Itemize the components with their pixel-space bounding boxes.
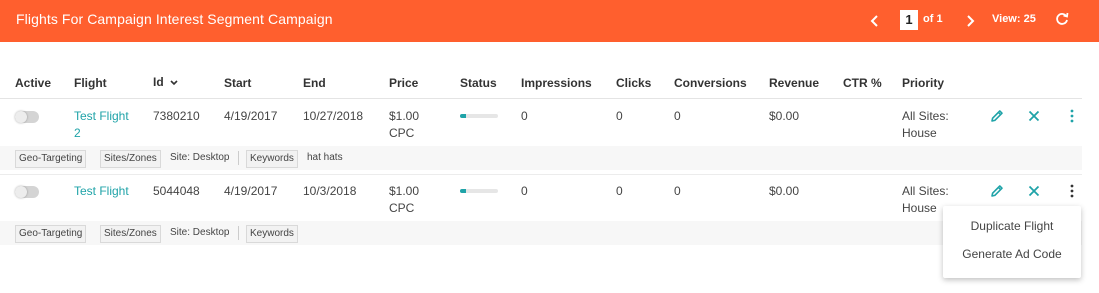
flight-name-link[interactable]: Test Flight 2 bbox=[74, 108, 129, 142]
flight-name-line[interactable]: Test Flight bbox=[74, 108, 129, 125]
flight-price: $1.00 CPC bbox=[389, 183, 419, 217]
column-header-id-label: Id bbox=[153, 75, 164, 89]
impressions-value: 0 bbox=[521, 184, 528, 198]
revenue-value: $0.00 bbox=[769, 109, 800, 123]
column-header-price: Price bbox=[389, 76, 419, 90]
flight-end: 10/3/2018 bbox=[303, 184, 357, 198]
tag-separator bbox=[238, 151, 239, 165]
page-title: Flights For Campaign Interest Segment Ca… bbox=[16, 11, 333, 27]
more-vertical-icon[interactable] bbox=[1064, 183, 1080, 199]
price-type: CPC bbox=[389, 201, 415, 215]
flight-name-line[interactable]: Test Flight bbox=[74, 183, 129, 200]
column-header-priority: Priority bbox=[902, 76, 945, 90]
site-value: Site: Desktop bbox=[170, 152, 230, 163]
status-progress-bar bbox=[460, 114, 498, 118]
keywords-value: hat hats bbox=[307, 152, 343, 163]
priority-line: All Sites: bbox=[902, 184, 949, 198]
clicks-value: 0 bbox=[616, 184, 623, 198]
column-header-end: End bbox=[303, 76, 326, 90]
keywords-tag: Keywords bbox=[246, 150, 298, 168]
status-progress-bar bbox=[460, 189, 498, 193]
flight-actions-menu: Duplicate Flight Generate Ad Code bbox=[943, 206, 1081, 278]
geo-targeting-tag: Geo-Targeting bbox=[15, 225, 87, 243]
row-divider bbox=[0, 174, 1082, 175]
chevron-right-icon[interactable] bbox=[962, 13, 978, 29]
column-header-flight: Flight bbox=[74, 76, 107, 90]
flight-id: 5044048 bbox=[153, 184, 200, 198]
sites-zones-tag: Sites/Zones bbox=[100, 225, 161, 243]
active-toggle[interactable] bbox=[15, 186, 39, 198]
duplicate-flight-menu-item[interactable]: Duplicate Flight bbox=[943, 212, 1081, 240]
price-value: $1.00 bbox=[389, 184, 420, 198]
clicks-value: 0 bbox=[616, 109, 623, 123]
chevron-down-icon[interactable] bbox=[169, 78, 179, 88]
top-bar: Flights For Campaign Interest Segment Ca… bbox=[0, 0, 1099, 42]
header-divider bbox=[0, 98, 1082, 99]
refresh-icon[interactable] bbox=[1054, 11, 1070, 27]
chevron-left-icon[interactable] bbox=[867, 13, 883, 29]
site-value: Site: Desktop bbox=[170, 227, 230, 238]
flight-name-line[interactable]: 2 bbox=[74, 125, 129, 142]
conversions-value: 0 bbox=[674, 184, 681, 198]
column-header-conversions: Conversions bbox=[674, 76, 747, 90]
geo-targeting-tag: Geo-Targeting bbox=[15, 150, 87, 168]
flight-price: $1.00 CPC bbox=[389, 108, 419, 142]
tag-separator bbox=[238, 226, 239, 240]
keywords-tag: Keywords bbox=[246, 225, 298, 243]
column-header-ctr: CTR % bbox=[843, 76, 882, 90]
column-header-revenue: Revenue bbox=[769, 76, 820, 90]
edit-pencil-icon[interactable] bbox=[989, 108, 1005, 124]
flight-end: 10/27/2018 bbox=[303, 109, 364, 123]
column-header-status: Status bbox=[460, 76, 497, 90]
priority-value: All Sites: House bbox=[902, 183, 949, 217]
priority-value: All Sites: House bbox=[902, 108, 949, 142]
edit-pencil-icon[interactable] bbox=[989, 183, 1005, 199]
status-progress-fill bbox=[460, 189, 466, 193]
page-total: of 1 bbox=[923, 13, 943, 25]
close-icon[interactable] bbox=[1026, 108, 1042, 124]
column-header-id[interactable]: Id bbox=[153, 75, 179, 89]
page-number-input[interactable]: 1 bbox=[900, 10, 918, 30]
conversions-value: 0 bbox=[674, 109, 681, 123]
flight-start: 4/19/2017 bbox=[224, 109, 278, 123]
impressions-value: 0 bbox=[521, 109, 528, 123]
generate-ad-code-menu-item[interactable]: Generate Ad Code bbox=[943, 240, 1081, 268]
priority-line: House bbox=[902, 126, 937, 140]
view-count-selector[interactable]: View: 25 bbox=[992, 13, 1036, 25]
flight-name-link[interactable]: Test Flight bbox=[74, 183, 129, 200]
column-header-clicks: Clicks bbox=[616, 76, 652, 90]
priority-line: All Sites: bbox=[902, 109, 949, 123]
sites-zones-tag: Sites/Zones bbox=[100, 150, 161, 168]
more-vertical-icon[interactable] bbox=[1064, 108, 1080, 124]
status-progress-fill bbox=[460, 114, 466, 118]
flight-targeting-row: Geo-Targeting Sites/Zones Site: Desktop … bbox=[0, 146, 1082, 170]
revenue-value: $0.00 bbox=[769, 184, 800, 198]
flight-start: 4/19/2017 bbox=[224, 184, 278, 198]
column-header-start: Start bbox=[224, 76, 252, 90]
column-header-impressions: Impressions bbox=[521, 76, 592, 90]
price-type: CPC bbox=[389, 126, 415, 140]
active-toggle[interactable] bbox=[15, 111, 39, 123]
close-icon[interactable] bbox=[1026, 183, 1042, 199]
flight-targeting-row: Geo-Targeting Sites/Zones Site: Desktop … bbox=[0, 221, 1082, 245]
priority-line: House bbox=[902, 201, 937, 215]
price-value: $1.00 bbox=[389, 109, 420, 123]
flight-id: 7380210 bbox=[153, 109, 200, 123]
column-header-active: Active bbox=[15, 76, 52, 90]
